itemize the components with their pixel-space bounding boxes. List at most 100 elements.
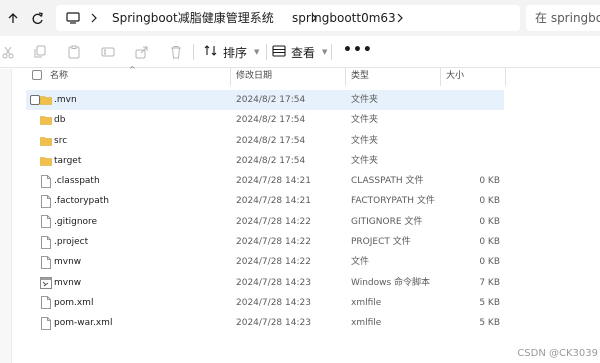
sort-label: 排序	[223, 45, 248, 60]
file-row[interactable]: .gitignore 2024/7/28 14:22 GITIGNORE 文件 …	[26, 212, 504, 232]
file-date: 2024/7/28 14:23	[236, 318, 311, 329]
paste-icon[interactable]	[66, 44, 82, 60]
file-type: 文件夹	[351, 155, 379, 166]
file-date: 2024/7/28 14:22	[236, 216, 311, 227]
file-type: 文件夹	[351, 135, 379, 146]
file-row[interactable]: db 2024/8/2 17:54 文件夹	[26, 110, 504, 130]
file-icon	[40, 296, 52, 310]
rename-icon[interactable]	[100, 44, 116, 60]
file-name: pom.xml	[54, 297, 94, 308]
folder-icon	[40, 113, 52, 127]
file-icon	[40, 194, 52, 208]
file-date: 2024/7/28 14:22	[236, 237, 311, 248]
search-input[interactable]: 在 springboott0m63 中搜索	[526, 5, 600, 31]
file-date: 2024/8/2 17:54	[236, 155, 306, 166]
column-divider[interactable]	[440, 68, 441, 86]
file-type: xmlfile	[351, 297, 382, 308]
toolbar-divider	[266, 44, 267, 60]
chevron-down-icon: ▼	[322, 48, 328, 56]
file-name: .classpath	[54, 176, 100, 187]
breadcrumb-item-project[interactable]: Springboot减脂健康管理系统	[112, 10, 274, 26]
file-icon	[40, 215, 52, 229]
file-row[interactable]: pom.xml 2024/7/28 14:23 xmlfile 5 KB	[26, 293, 504, 313]
file-date: 2024/7/28 14:21	[236, 176, 311, 187]
column-header-type[interactable]: 类型	[351, 70, 369, 82]
chevron-right-icon[interactable]	[395, 10, 405, 26]
column-divider[interactable]	[505, 68, 506, 86]
file-row[interactable]: .factorypath 2024/7/28 14:21 FACTORYPATH…	[26, 191, 504, 211]
folder-icon	[40, 93, 52, 107]
refresh-icon[interactable]	[28, 9, 46, 27]
file-date: 2024/8/2 17:54	[236, 95, 306, 105]
view-label: 查看	[291, 45, 316, 60]
sort-button[interactable]: 排序 ▼	[204, 41, 259, 63]
this-pc-icon[interactable]	[64, 9, 82, 27]
file-name: db	[54, 115, 66, 126]
file-size: 5 KB	[479, 297, 500, 308]
file-date: 2024/7/28 14:23	[236, 297, 311, 308]
search-placeholder: 在 springboott0m63 中搜索	[535, 11, 600, 25]
column-divider[interactable]	[230, 68, 231, 86]
file-name: mvnw	[54, 257, 82, 268]
delete-icon[interactable]	[168, 44, 184, 60]
file-list: .mvn 2024/8/2 17:54 文件夹 db 2024/8/2 17:5…	[26, 90, 504, 334]
column-header-row: 名称 修改日期 类型 大小	[26, 68, 506, 86]
column-divider[interactable]	[345, 68, 346, 86]
navigation-pane[interactable]	[0, 69, 12, 363]
toolbar-divider	[331, 44, 332, 60]
script-icon	[40, 276, 52, 290]
folder-icon	[40, 134, 52, 148]
file-type: 文件夹	[351, 95, 379, 105]
breadcrumb[interactable]: Springboot减脂健康管理系统 springboott0m63	[56, 5, 520, 31]
file-size: 0 KB	[479, 176, 500, 187]
file-name: .factorypath	[54, 196, 110, 207]
column-header-size[interactable]: 大小	[446, 70, 464, 82]
file-row[interactable]: .mvn 2024/8/2 17:54 文件夹	[26, 90, 504, 111]
breadcrumb-item-folder[interactable]: springboott0m63	[292, 10, 396, 26]
file-row[interactable]: target 2024/8/2 17:54 文件夹	[26, 151, 504, 171]
file-size: 0 KB	[479, 237, 500, 248]
up-arrow-icon[interactable]	[4, 9, 22, 27]
file-type: xmlfile	[351, 318, 382, 329]
sort-icon	[204, 44, 218, 60]
command-bar: 排序 ▼ 查看 ▼ •••	[0, 36, 600, 68]
toolbar-divider	[193, 44, 194, 60]
file-size: 0 KB	[479, 257, 500, 268]
copy-icon[interactable]	[32, 44, 48, 60]
file-icon	[40, 255, 52, 269]
column-header-date[interactable]: 修改日期	[236, 70, 272, 82]
file-row[interactable]: .classpath 2024/7/28 14:21 CLASSPATH 文件 …	[26, 171, 504, 191]
cut-icon[interactable]	[0, 44, 16, 60]
share-icon[interactable]	[134, 44, 150, 60]
column-header-name[interactable]: 名称	[50, 70, 68, 82]
file-name: pom-war.xml	[54, 318, 113, 329]
file-size: 0 KB	[479, 196, 500, 207]
chevron-right-icon[interactable]	[89, 10, 99, 26]
file-name: .gitignore	[54, 216, 98, 227]
more-options-button[interactable]: •••	[343, 43, 373, 57]
file-row[interactable]: pom-war.xml 2024/7/28 14:23 xmlfile 5 KB	[26, 313, 504, 333]
file-type: Windows 命令脚本	[351, 277, 431, 288]
file-date: 2024/7/28 14:22	[236, 257, 311, 268]
file-type: PROJECT 文件	[351, 237, 411, 248]
folder-icon	[40, 154, 52, 168]
file-type: FACTORYPATH 文件	[351, 196, 435, 207]
file-name: .project	[54, 237, 89, 248]
file-date: 2024/8/2 17:54	[236, 135, 306, 146]
row-checkbox[interactable]	[30, 95, 40, 105]
file-size: 7 KB	[479, 277, 500, 288]
file-icon	[40, 235, 52, 249]
file-type: 文件夹	[351, 115, 379, 126]
file-name: src	[54, 135, 68, 146]
file-icon	[40, 316, 52, 330]
view-button[interactable]: 查看 ▼	[272, 41, 327, 63]
file-row[interactable]: src 2024/8/2 17:54 文件夹	[26, 131, 504, 151]
file-row[interactable]: mvnw 2024/7/28 14:23 Windows 命令脚本 7 KB	[26, 273, 504, 293]
file-size: 5 KB	[479, 318, 500, 329]
watermark-text: CSDN @CK3039	[517, 348, 598, 359]
file-row[interactable]: .project 2024/7/28 14:22 PROJECT 文件 0 KB	[26, 232, 504, 252]
file-size: 0 KB	[479, 216, 500, 227]
file-row[interactable]: mvnw 2024/7/28 14:22 文件 0 KB	[26, 252, 504, 272]
file-name: target	[54, 155, 82, 166]
file-name: mvnw	[54, 277, 82, 288]
